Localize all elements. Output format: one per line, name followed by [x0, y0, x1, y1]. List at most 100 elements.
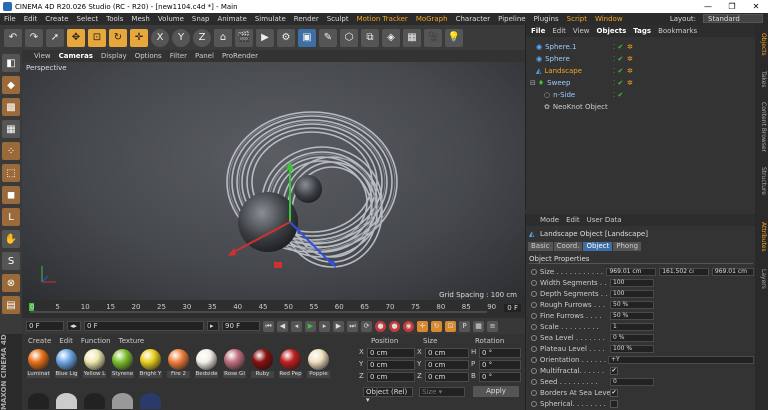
- objects-menu-tags[interactable]: Tags: [633, 27, 651, 35]
- animate-dot-icon[interactable]: [531, 335, 537, 341]
- bend-deformer-icon[interactable]: ◈: [382, 28, 400, 47]
- viewport-menu-view[interactable]: View: [34, 52, 51, 60]
- rotate-tool-icon[interactable]: ↻: [109, 28, 127, 47]
- objects-menu-edit[interactable]: Edit: [552, 27, 566, 35]
- menu-mesh[interactable]: Mesh: [127, 15, 153, 23]
- redo-icon[interactable]: ↷: [25, 28, 43, 47]
- material-menu-function[interactable]: Function: [81, 337, 111, 345]
- position-field[interactable]: 0 cm: [367, 372, 415, 382]
- play-icon[interactable]: ▶: [305, 320, 316, 332]
- menu-motion-tracker[interactable]: Motion Tracker: [353, 15, 412, 23]
- material-menu-edit[interactable]: Edit: [59, 337, 73, 345]
- animate-dot-icon[interactable]: [531, 346, 537, 352]
- coord-size-mode-dropdown[interactable]: Size ▾: [419, 387, 465, 397]
- property-field[interactable]: 100: [610, 279, 654, 287]
- menu-simulate[interactable]: Simulate: [251, 15, 290, 23]
- property-field[interactable]: 100 %: [610, 345, 654, 353]
- polygons-mode-icon[interactable]: ◼: [2, 186, 20, 204]
- material-menu-create[interactable]: Create: [28, 337, 51, 345]
- attr-menu-user-data[interactable]: User Data: [587, 216, 622, 224]
- tab-coord[interactable]: Coord.: [553, 242, 583, 251]
- material-swatch[interactable]: Red Pep: [279, 349, 302, 378]
- auto-key-icon[interactable]: ●: [389, 320, 400, 332]
- property-field[interactable]: 50 %: [610, 312, 654, 320]
- property-field-y[interactable]: 161.502 cı: [659, 268, 709, 276]
- object-row-sweep[interactable]: ⊟ ♦ Sweep ⁚ ✔ ✲: [526, 77, 756, 88]
- property-field[interactable]: 969.01 cm: [606, 268, 657, 276]
- viewport-3d[interactable]: Perspective Grid Spacing : 100 cm: [22, 62, 525, 300]
- goto-start-icon[interactable]: ⏮: [263, 320, 274, 332]
- axis-mode-icon[interactable]: L: [2, 208, 20, 226]
- solo-icon[interactable]: ⊗: [2, 274, 20, 292]
- viewport-menu-cameras[interactable]: Cameras: [59, 52, 93, 60]
- menu-volume[interactable]: Volume: [154, 15, 188, 23]
- workplane-icon[interactable]: ▦: [2, 120, 20, 138]
- side-tab-takes[interactable]: Takes: [756, 65, 767, 93]
- preview-range-toggle[interactable]: ▸: [207, 321, 219, 331]
- frame-step-field[interactable]: ◂▸: [67, 321, 81, 331]
- loop-icon[interactable]: ⟳: [361, 320, 372, 332]
- rotation-field[interactable]: 0 °: [479, 360, 521, 370]
- animate-dot-icon[interactable]: [531, 324, 537, 330]
- visibility-checks[interactable]: ⁚ ✔: [613, 55, 623, 63]
- property-field-z[interactable]: 969.01 cm: [711, 268, 755, 276]
- menu-mograph[interactable]: MoGraph: [412, 15, 452, 23]
- cube-object-icon[interactable]: ▣: [298, 28, 316, 47]
- property-checkbox[interactable]: [610, 400, 618, 408]
- visibility-checks[interactable]: ⁚ ✔: [613, 79, 623, 87]
- object-row-sphere[interactable]: ◉ Sphere ⁚ ✔ ✲: [526, 53, 756, 64]
- object-row-nside[interactable]: ○ n-Side ⁚ ✔: [526, 89, 756, 100]
- layout-dropdown[interactable]: Standard: [703, 14, 763, 23]
- keyframe-selection-icon[interactable]: ◉: [403, 320, 414, 332]
- timeline[interactable]: 0 5 10 15 20 25 30 35 40 45 50 55 60 65 70 75 80 85 90 0 F: [22, 300, 525, 318]
- scale-key-icon[interactable]: ⊡: [445, 320, 456, 332]
- snap-icon[interactable]: S: [2, 252, 20, 270]
- tweak-mode-icon[interactable]: ✋: [2, 230, 20, 248]
- animate-dot-icon[interactable]: [531, 302, 537, 308]
- preview-range-end[interactable]: 90 F: [222, 321, 260, 331]
- menu-script[interactable]: Script: [563, 15, 591, 23]
- next-frame-icon[interactable]: ▸: [319, 320, 330, 332]
- property-checkbox[interactable]: ✔: [610, 367, 618, 375]
- viewport-menu-prorender[interactable]: ProRender: [222, 52, 258, 60]
- material-swatch[interactable]: Luminat: [27, 349, 50, 378]
- menu-file[interactable]: File: [0, 15, 20, 23]
- material-swatch[interactable]: Fire 2: [167, 349, 190, 378]
- next-key-icon[interactable]: ▶: [333, 320, 344, 332]
- tag-icon[interactable]: ✲: [627, 67, 633, 75]
- menu-render[interactable]: Render: [290, 15, 323, 23]
- animate-dot-icon[interactable]: [531, 401, 537, 407]
- objects-menu-bookmarks[interactable]: Bookmarks: [658, 27, 697, 35]
- menu-character[interactable]: Character: [452, 15, 495, 23]
- visibility-checks[interactable]: ⁚ ✔: [613, 91, 623, 99]
- move-tool-icon[interactable]: ✥: [67, 28, 85, 47]
- objects-menu-file[interactable]: File: [531, 27, 545, 35]
- side-tab-structure[interactable]: Structure: [756, 161, 767, 201]
- property-dropdown[interactable]: +Y: [607, 356, 754, 364]
- pla-key-icon[interactable]: ▦: [473, 320, 484, 332]
- animate-dot-icon[interactable]: [531, 313, 537, 319]
- property-field[interactable]: 50 %: [610, 301, 654, 309]
- side-tab-content-browser[interactable]: Content Browser: [756, 97, 767, 157]
- position-field[interactable]: 0 cm: [367, 360, 415, 370]
- animate-dot-icon[interactable]: [531, 280, 537, 286]
- menu-edit[interactable]: Edit: [20, 15, 42, 23]
- material-swatch[interactable]: Blue Lig: [55, 349, 78, 378]
- property-field[interactable]: 1: [610, 323, 654, 331]
- property-field[interactable]: 0 %: [610, 334, 654, 342]
- animate-dot-icon[interactable]: [531, 368, 537, 374]
- attr-menu-mode[interactable]: Mode: [540, 216, 559, 224]
- rotation-field[interactable]: 0 °: [479, 348, 521, 358]
- z-axis-lock-button[interactable]: Z: [193, 28, 211, 47]
- material-swatch[interactable]: Bedside: [195, 349, 218, 378]
- render-settings-icon[interactable]: ⚙: [277, 28, 295, 47]
- animate-dot-icon[interactable]: [531, 291, 537, 297]
- prev-key-icon[interactable]: ◀: [277, 320, 288, 332]
- size-field[interactable]: 0 cm: [425, 360, 469, 370]
- recent-tool-icon[interactable]: ✛: [130, 28, 148, 47]
- tag-icon[interactable]: ✲: [627, 43, 633, 51]
- property-field[interactable]: 100: [610, 290, 654, 298]
- tab-object[interactable]: Object: [583, 242, 613, 251]
- material-swatch[interactable]: Rose Gl: [223, 349, 246, 378]
- array-icon[interactable]: ⧉: [361, 28, 379, 47]
